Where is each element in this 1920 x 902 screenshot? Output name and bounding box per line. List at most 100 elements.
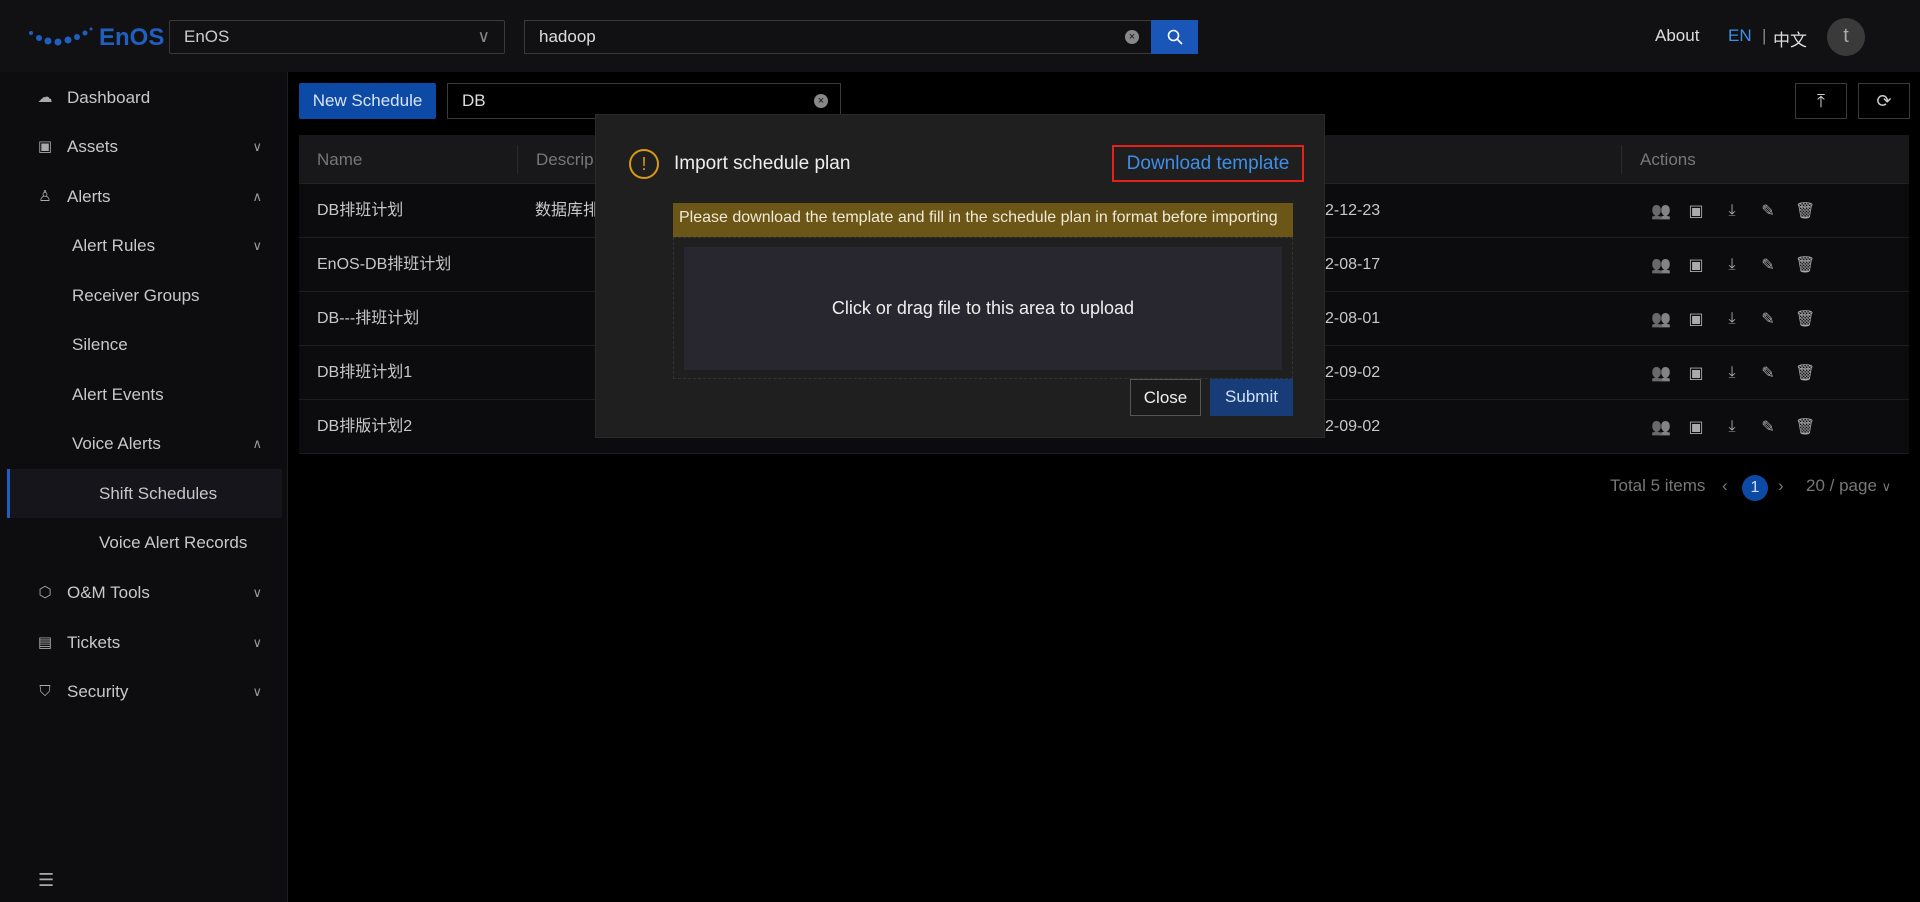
chevron-down-icon: ∨	[252, 635, 262, 650]
logo-dots-icon	[29, 27, 93, 46]
sidebar-item-assets[interactable]: ▣ Assets ∨	[0, 127, 288, 167]
row-actions: 👥 ▣ ⤓ ✎ 🗑	[1651, 184, 1815, 238]
delete-icon[interactable]: 🗑	[1795, 201, 1815, 221]
sidebar-item-shift-schedules[interactable]: Shift Schedules	[7, 469, 282, 518]
sidebar-item-om-tools[interactable]: ⬡ O&M Tools ∨	[0, 573, 288, 613]
sidebar-item-voice-alerts[interactable]: Voice Alerts ∧	[0, 424, 288, 464]
search-button[interactable]	[1151, 20, 1198, 54]
edit-icon[interactable]: ✎	[1759, 255, 1777, 275]
column-name: Name	[317, 150, 363, 169]
user-group-icon[interactable]: 👥	[1651, 309, 1671, 329]
sidebar-item-silence[interactable]: Silence	[0, 325, 288, 365]
about-link[interactable]: About	[1655, 26, 1699, 46]
chevron-up-icon: ∧	[252, 436, 262, 451]
delete-icon[interactable]: 🗑	[1795, 363, 1815, 383]
cell-name: EnOS-DB排班计划	[317, 256, 452, 273]
column-description: Descrip	[517, 145, 594, 174]
search-input[interactable]: hadoop ×	[524, 20, 1151, 54]
filter-value: DB	[462, 91, 486, 110]
top-bar: EnOS EnOS ∨ hadoop × About EN | 中文 t	[0, 0, 1920, 72]
page-size-select[interactable]: 20 / page ∨	[1806, 476, 1891, 496]
row-actions: 👥 ▣ ⤓ ✎ 🗑	[1651, 292, 1815, 346]
collapse-menu-icon[interactable]: ☰	[38, 870, 54, 891]
lang-en[interactable]: EN	[1728, 26, 1752, 46]
delete-icon[interactable]: 🗑	[1795, 255, 1815, 275]
lang-zh[interactable]: 中文	[1773, 26, 1807, 51]
new-schedule-button[interactable]: New Schedule	[299, 83, 436, 119]
download-icon[interactable]: ⤓	[1723, 364, 1741, 382]
cell-name: DB排班计划1	[317, 364, 413, 381]
sidebar-item-dashboard[interactable]: ☁ Dashboard	[0, 78, 288, 118]
user-group-icon[interactable]: 👥	[1651, 255, 1671, 275]
cell-description: 数据库排	[535, 202, 600, 219]
cell-name: DB排版计划2	[317, 418, 413, 435]
enos-logo: EnOS	[25, 24, 164, 52]
chevron-down-icon: ∨	[1881, 479, 1892, 494]
calendar-icon[interactable]: ▣	[1687, 255, 1705, 275]
next-page-button[interactable]: ›	[1778, 476, 1784, 496]
avatar[interactable]: t	[1827, 18, 1865, 56]
chevron-down-icon: ∨	[252, 684, 262, 699]
download-icon[interactable]: ⤓	[1723, 310, 1741, 328]
download-icon[interactable]: ⤓	[1723, 418, 1741, 436]
lang-divider: |	[1762, 26, 1767, 45]
org-select[interactable]: EnOS ∨	[169, 20, 505, 54]
calendar-icon[interactable]: ▣	[1687, 201, 1705, 221]
sidebar-label: Assets	[67, 137, 119, 156]
download-icon[interactable]: ⤓	[1723, 202, 1741, 220]
sidebar-item-alert-rules[interactable]: Alert Rules ∨	[0, 226, 288, 266]
sidebar-item-tickets[interactable]: ▤ Tickets ∨	[0, 623, 288, 663]
assets-icon: ▣	[37, 138, 53, 155]
sidebar-label: Voice Alerts	[72, 434, 161, 453]
submit-button[interactable]: Submit	[1210, 379, 1293, 416]
sidebar-item-alert-events[interactable]: Alert Events	[0, 375, 288, 415]
brand-name: EnOS	[99, 24, 165, 51]
sidebar-label: Receiver Groups	[72, 286, 200, 305]
close-button[interactable]: Close	[1130, 379, 1201, 416]
org-select-value: EnOS	[184, 27, 230, 46]
download-icon[interactable]: ⤓	[1723, 256, 1741, 274]
row-actions: 👥 ▣ ⤓ ✎ 🗑	[1651, 346, 1815, 400]
edit-icon[interactable]: ✎	[1759, 363, 1777, 383]
download-template-link[interactable]: Download template	[1112, 145, 1304, 182]
sidebar-label: Alert Events	[72, 385, 164, 404]
cell-date: 2-12-23	[1325, 202, 1381, 219]
calendar-icon[interactable]: ▣	[1687, 309, 1705, 329]
cell-date: 2-09-02	[1325, 418, 1381, 435]
chevron-up-icon: ∧	[252, 189, 262, 204]
sidebar-item-receiver-groups[interactable]: Receiver Groups	[0, 276, 288, 316]
user-group-icon[interactable]: 👥	[1651, 417, 1671, 437]
user-group-icon[interactable]: 👥	[1651, 201, 1671, 221]
upload-dropzone[interactable]: Click or drag file to this area to uploa…	[684, 247, 1282, 370]
refresh-button[interactable]: ⟳	[1858, 83, 1910, 119]
cloud-upload-icon: ☁	[37, 89, 53, 106]
ticket-icon: ▤	[37, 634, 53, 651]
sidebar-label: Tickets	[67, 633, 121, 652]
instruction-note: Please download the template and fill in…	[673, 203, 1293, 237]
calendar-icon[interactable]: ▣	[1687, 363, 1705, 383]
modal-title: Import schedule plan	[674, 153, 851, 174]
search-value: hadoop	[539, 27, 596, 46]
clear-icon[interactable]: ×	[814, 94, 828, 108]
edit-icon[interactable]: ✎	[1759, 417, 1777, 437]
pagination-total: Total 5 items	[1610, 476, 1706, 495]
shield-icon: ⛉	[39, 683, 51, 700]
upload-icon: ⤒	[1817, 91, 1825, 111]
edit-icon[interactable]: ✎	[1759, 309, 1777, 329]
user-group-icon[interactable]: 👥	[1651, 363, 1671, 383]
prev-page-button[interactable]: ‹	[1722, 476, 1728, 496]
sidebar-label: Shift Schedules	[99, 484, 218, 503]
sidebar-item-security[interactable]: ⛉ Security ∨	[0, 672, 288, 712]
row-actions: 👥 ▣ ⤓ ✎ 🗑	[1651, 238, 1815, 292]
clear-icon[interactable]: ×	[1125, 30, 1139, 44]
sidebar-label: Voice Alert Records	[99, 533, 248, 552]
upload-button[interactable]: ⤒	[1795, 83, 1847, 119]
edit-icon[interactable]: ✎	[1759, 201, 1777, 221]
delete-icon[interactable]: 🗑	[1795, 309, 1815, 329]
calendar-icon[interactable]: ▣	[1687, 417, 1705, 437]
sidebar-label: Security	[67, 682, 129, 701]
sidebar-item-voice-alert-records[interactable]: Voice Alert Records	[0, 523, 288, 563]
page-1-button[interactable]: 1	[1742, 475, 1768, 501]
sidebar-item-alerts[interactable]: ♙ Alerts ∧	[0, 177, 288, 217]
delete-icon[interactable]: 🗑	[1795, 417, 1815, 437]
